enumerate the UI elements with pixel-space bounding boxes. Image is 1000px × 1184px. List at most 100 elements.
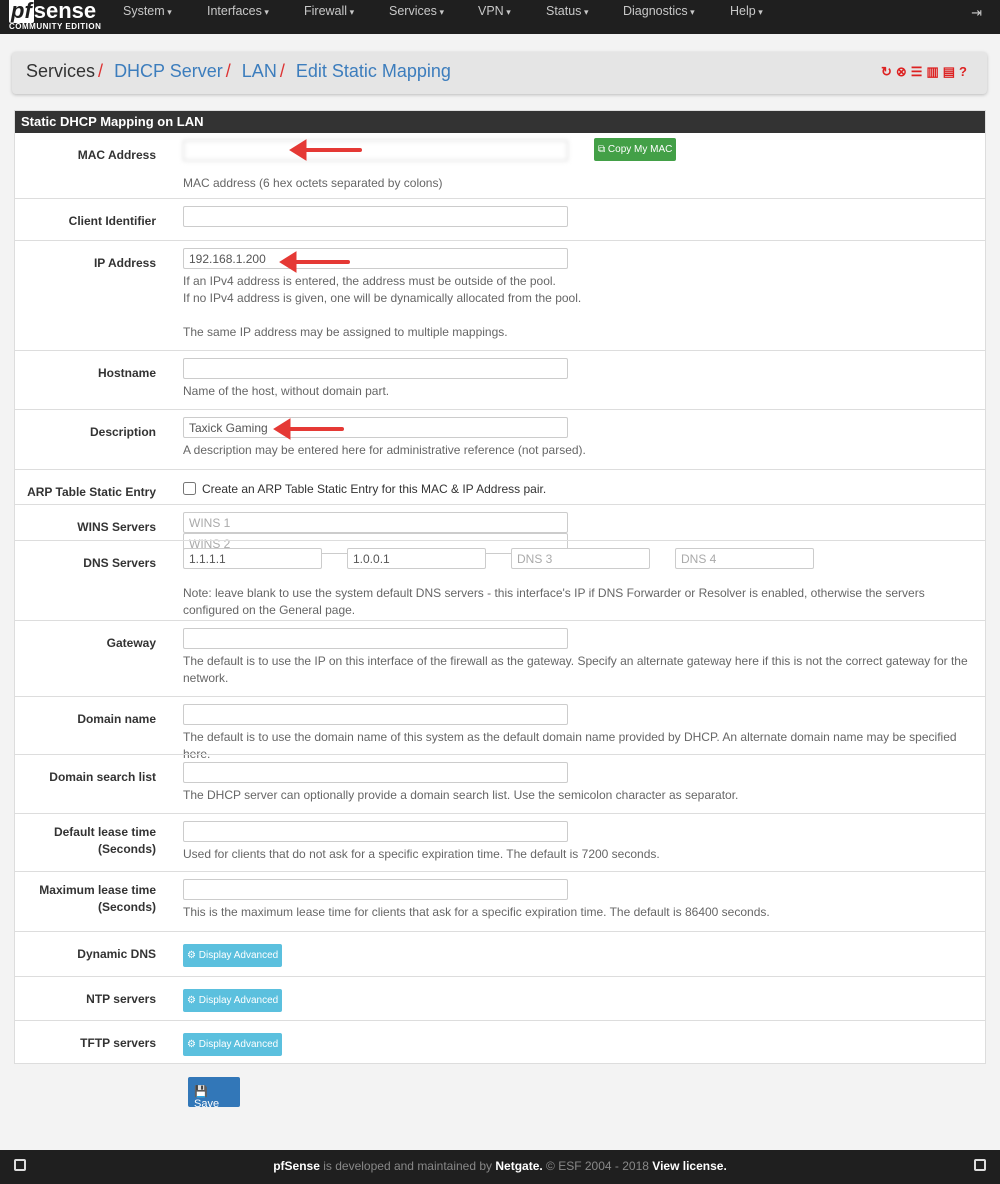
help-line: If no IPv4 address is given, one will be… xyxy=(183,291,582,305)
maximum-lease-time-seconds-input[interactable] xyxy=(183,879,568,900)
copy-my-mac-button[interactable]: ⧉ Copy My MAC xyxy=(594,138,677,161)
form-row-arp-table-static-entry: ARP Table Static Entry Create an ARP Tabl… xyxy=(15,469,985,504)
field-label: Client Identifier xyxy=(68,214,156,228)
form-row-tftp-servers: TFTP servers ⚙ Display Advanced xyxy=(15,1020,985,1063)
menu-interfaces[interactable]: Interfaces xyxy=(207,4,269,18)
help-line xyxy=(183,307,979,324)
dynamic-dns-display-advanced-button[interactable]: ⚙ Display Advanced xyxy=(183,944,283,967)
menu-firewall[interactable]: Firewall xyxy=(304,4,354,18)
menu-help[interactable]: Help xyxy=(730,4,763,18)
form-row-ntp-servers: NTP servers ⚙ Display Advanced xyxy=(15,976,985,1020)
help-text: If an IPv4 address is entered, the addre… xyxy=(183,273,979,341)
breadcrumb: Services / DHCP Server / LAN / Edit Static … xyxy=(12,52,987,94)
field-label: NTP servers xyxy=(86,992,156,1006)
breadcrumb-lan[interactable]: LAN xyxy=(242,61,277,81)
pfsense-logo[interactable]: pfsense COMMUNITY EDITION xyxy=(9,0,101,32)
help-text: Note: leave blank to use the system defa… xyxy=(183,585,979,619)
mac-address-input[interactable] xyxy=(183,140,568,161)
description-input[interactable]: Taxick Gaming xyxy=(183,417,568,438)
field-content: The default is to use the IP on this int… xyxy=(183,628,979,687)
dns-server-1-input[interactable]: 1.1.1.1 xyxy=(183,548,322,569)
field-label: Description xyxy=(89,425,156,439)
form-row-description: Description Taxick Gaming A description ma… xyxy=(15,409,985,469)
field-label: MAC Address xyxy=(77,148,156,162)
reload-icon[interactable]: ↻ xyxy=(881,64,896,79)
breadcrumb-services: Services xyxy=(26,61,96,81)
help-icon[interactable]: ? xyxy=(959,64,971,79)
sliders-icon[interactable]: ☰ xyxy=(911,64,927,79)
gateway-input[interactable] xyxy=(183,628,568,649)
panel-title: Static DHCP Mapping on LAN xyxy=(15,111,985,133)
breadcrumb-dhcp-server[interactable]: DHCP Server xyxy=(114,61,223,81)
field-label: Hostname xyxy=(97,366,156,380)
chart-icon[interactable]: ▥ xyxy=(926,64,942,79)
client-identifier-input[interactable] xyxy=(183,206,568,227)
arp-static-entry-checkbox[interactable] xyxy=(183,482,196,495)
help-line: MAC address (6 hex octets separated by c… xyxy=(183,176,443,190)
dns-server-4-input[interactable]: DNS 4 xyxy=(675,548,814,569)
ip-address-input[interactable]: 192.168.1.200 xyxy=(183,248,568,269)
help-line: The default is to use the IP on this int… xyxy=(183,654,968,685)
field-content: 1.1.1.1 1.0.0.1 DNS 3 DNS 4 Note: leave blan… xyxy=(183,548,979,619)
field-label: ARP Table Static Entry xyxy=(27,485,156,499)
save-icon: 💾 xyxy=(194,1086,208,1098)
form-row-ip-address: IP Address 192.168.1.200 If an IPv4 addres… xyxy=(15,240,985,350)
help-line: Used for clients that do not ask for a s… xyxy=(183,847,660,861)
dns-server-2-input[interactable]: 1.0.0.1 xyxy=(347,548,486,569)
form-row-domain-search-list: Domain search list The DHCP server can op… xyxy=(15,754,985,813)
field-label: Maximum lease time (Seconds) xyxy=(39,883,156,914)
scroll-top-icon[interactable] xyxy=(974,1159,986,1171)
domain-search-list-input[interactable] xyxy=(183,762,568,783)
form-row-default-lease-time-seconds: Default lease time (Seconds) Used for cli… xyxy=(15,813,985,871)
field-content: Taxick Gaming A description may be entere… xyxy=(183,417,979,459)
menu-system[interactable]: System xyxy=(123,4,172,18)
field-content: Used for clients that do not ask for a s… xyxy=(183,821,979,863)
form-row-dns-servers: DNS Servers 1.1.1.1 1.0.0.1 DNS 3 DNS 4 Note:… xyxy=(15,540,985,620)
save-button[interactable]: 💾 Save xyxy=(188,1077,240,1110)
footer: pfSense is developed and maintained by N… xyxy=(0,1150,1000,1184)
ntp-servers-display-advanced-button[interactable]: ⚙ Display Advanced xyxy=(183,989,283,1012)
form-row-mac-address: MAC Address ⧉ Copy My MAC MAC address (6 h… xyxy=(15,133,985,198)
field-content: Create an ARP Table Static Entry for thi… xyxy=(183,482,979,496)
field-label: Default lease time (Seconds) xyxy=(53,825,156,856)
form-row-client-identifier: Client Identifier xyxy=(15,198,985,240)
copy-icon: ⧉ xyxy=(598,144,606,155)
breadcrumb-edit-static-mapping[interactable]: Edit Static Mapping xyxy=(296,61,451,81)
domain-name-input[interactable] xyxy=(183,704,568,725)
form-row-hostname: Hostname Name of the host, without domain… xyxy=(15,350,985,409)
field-label: Domain name xyxy=(77,712,156,726)
view-license-link[interactable]: View license. xyxy=(652,1159,727,1173)
hostname-input[interactable] xyxy=(183,358,568,379)
tftp-servers-display-advanced-button[interactable]: ⚙ Display Advanced xyxy=(183,1033,283,1056)
wins-server-1-input[interactable]: WINS 1 xyxy=(183,512,568,533)
field-content: ⚙ Display Advanced xyxy=(183,944,979,967)
field-content: Name of the host, without domain part. xyxy=(183,358,979,400)
menu-vpn[interactable]: VPN xyxy=(478,4,511,18)
menu-services[interactable]: Services xyxy=(389,4,444,18)
default-lease-time-seconds-input[interactable] xyxy=(183,821,568,842)
menu-diagnostics[interactable]: Diagnostics xyxy=(623,4,695,18)
field-label: Domain search list xyxy=(49,770,156,784)
sign-out-icon[interactable]: ⇥ xyxy=(971,5,982,21)
field-label: TFTP servers xyxy=(80,1036,156,1050)
help-text: A description may be entered here for ad… xyxy=(183,442,979,459)
help-line: If an IPv4 address is entered, the addre… xyxy=(183,274,556,288)
field-content: The DHCP server can optionally provide a… xyxy=(183,762,979,804)
field-label: IP Address xyxy=(93,256,156,270)
form-row-gateway: Gateway The default is to use the IP on t… xyxy=(15,620,985,696)
calendar-icon[interactable]: ▤ xyxy=(943,64,959,79)
field-content: ⚙ Display Advanced xyxy=(183,1033,979,1056)
netgate-link[interactable]: Netgate. xyxy=(495,1159,542,1173)
field-content: ⚙ Display Advanced xyxy=(183,989,979,1012)
form-row-maximum-lease-time-seconds: Maximum lease time (Seconds) This is the … xyxy=(15,871,985,931)
help-line: The same IP address may be assigned to m… xyxy=(183,325,508,339)
scroll-top-icon[interactable] xyxy=(14,1159,26,1171)
help-text: This is the maximum lease time for clien… xyxy=(183,904,979,921)
help-text: The default is to use the IP on this int… xyxy=(183,653,979,687)
form-row-domain-name: Domain name The default is to use the dom… xyxy=(15,696,985,761)
help-line: This is the maximum lease time for clien… xyxy=(183,905,770,919)
stop-icon[interactable]: ⊗ xyxy=(896,64,911,79)
dns-server-3-input[interactable]: DNS 3 xyxy=(511,548,650,569)
menu-status[interactable]: Status xyxy=(546,4,588,18)
gear-icon: ⚙ xyxy=(187,995,196,1006)
